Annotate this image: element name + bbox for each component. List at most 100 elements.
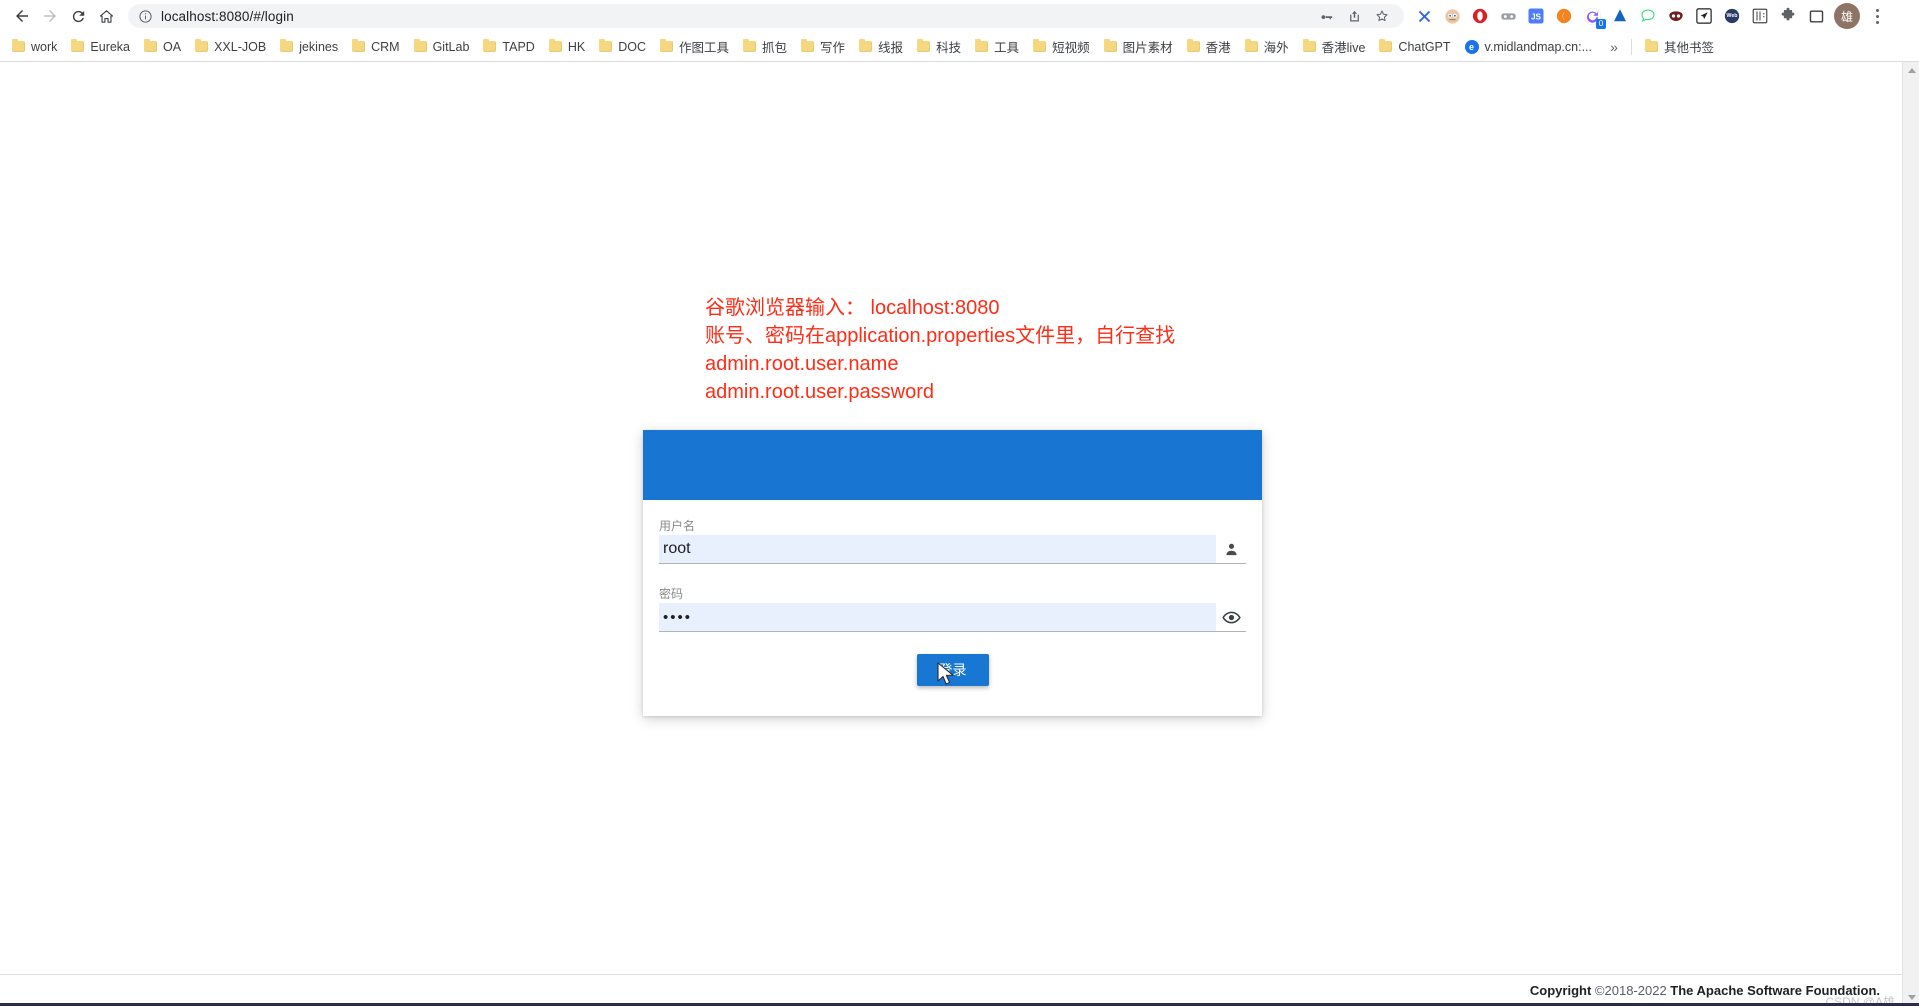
bookmark-crm[interactable]: CRM <box>345 35 406 59</box>
folder-icon <box>1302 39 1316 52</box>
folder-icon <box>1103 39 1117 52</box>
bookmark-doc[interactable]: DOC <box>592 35 653 59</box>
orange-extension-icon[interactable] <box>1551 3 1577 29</box>
password-input[interactable] <box>659 603 1216 631</box>
bookmark-label: 香港 <box>1205 41 1231 55</box>
folder-icon <box>917 39 931 52</box>
bookmark-work[interactable]: work <box>5 35 64 59</box>
x-extension-icon[interactable] <box>1411 3 1437 29</box>
paperplane-extension-icon[interactable] <box>1691 3 1717 29</box>
bookmark-label: OA <box>163 39 182 54</box>
reload-button[interactable] <box>64 2 92 30</box>
folder-icon <box>195 39 209 52</box>
bookmark-label: 抓包 <box>762 41 788 55</box>
menu-dot <box>1875 8 1879 12</box>
folder-icon <box>548 39 562 52</box>
puzzle-extensions-icon[interactable] <box>1775 3 1801 29</box>
login-submit-button[interactable]: 登录 <box>916 654 989 686</box>
bookmark-other-bookmarks[interactable]: 其他书签 <box>1638 35 1721 59</box>
bookmark-hk[interactable]: HK <box>542 35 592 59</box>
chinese-extension-icon[interactable] <box>1747 3 1773 29</box>
js-extension-icon[interactable]: JS <box>1523 3 1549 29</box>
bookmark-label: ChatGPT <box>1398 39 1451 54</box>
red-annotation-note: 谷歌浏览器输入： localhost:8080 账号、密码在applicatio… <box>705 294 1175 406</box>
bookmark-label: Eureka <box>90 39 131 54</box>
eye-icon[interactable] <box>1216 603 1246 631</box>
menu-dot <box>1875 14 1879 18</box>
bookmark-overseas[interactable]: 海外 <box>1238 35 1296 59</box>
mask-extension-icon[interactable] <box>1663 3 1689 29</box>
scroll-up-arrow-icon[interactable] <box>1903 62 1919 79</box>
star-icon[interactable] <box>1370 4 1394 28</box>
bookmarks-overflow-button[interactable]: » <box>1603 35 1625 59</box>
browser-chrome: localhost:8080/#/login JS 0 Web 雄 work E… <box>0 0 1919 62</box>
bookmark-eureka[interactable]: Eureka <box>64 35 137 59</box>
bookmark-label: work <box>31 39 58 54</box>
login-button-label: 登录 <box>938 662 967 678</box>
bookmark-tapd[interactable]: TAPD <box>476 35 541 59</box>
folder-icon <box>1244 39 1258 52</box>
folder-icon <box>483 39 497 52</box>
chrome-menu-button[interactable] <box>1864 2 1890 30</box>
share-icon[interactable] <box>1342 4 1366 28</box>
forward-button[interactable] <box>36 2 64 30</box>
bookmark-tech[interactable]: 科技 <box>910 35 968 59</box>
refresh-counter-extension-icon[interactable]: 0 <box>1579 3 1606 29</box>
bookmark-label: CRM <box>371 39 400 54</box>
extension-badge-count: 0 <box>1596 19 1606 29</box>
bookmark-label: TAPD <box>502 39 535 54</box>
folder-icon <box>352 39 366 52</box>
opera-extension-icon[interactable] <box>1467 3 1493 29</box>
bookmark-label: GitLab <box>432 39 470 54</box>
bookmark-short-video[interactable]: 短视频 <box>1026 35 1097 59</box>
bookmark-jekines[interactable]: jekines <box>273 35 345 59</box>
reload-icon <box>70 8 87 25</box>
address-bar[interactable]: localhost:8080/#/login <box>128 4 1404 28</box>
bookmark-label: 图片素材 <box>1122 41 1173 55</box>
bookmark-image-assets[interactable]: 图片素材 <box>1097 35 1180 59</box>
key-icon[interactable] <box>1314 4 1338 28</box>
bookmark-newsletter[interactable]: 线报 <box>852 35 910 59</box>
face-extension-icon[interactable] <box>1439 3 1465 29</box>
person-icon[interactable] <box>1216 535 1246 563</box>
annotation-line-3: admin.root.user.name <box>705 353 899 375</box>
password-field-row <box>659 603 1246 632</box>
sidepanel-icon[interactable] <box>1803 3 1829 29</box>
back-button[interactable] <box>8 2 36 30</box>
web-badge-extension-icon[interactable]: Web <box>1719 3 1745 29</box>
address-bar-url: localhost:8080/#/login <box>161 8 294 24</box>
bookmark-hongkong-live[interactable]: 香港live <box>1296 35 1373 59</box>
username-label: 用户名 <box>659 519 696 533</box>
avatar-initial: 雄 <box>1840 9 1853 24</box>
bookmark-label: 其他书签 <box>1663 41 1714 55</box>
glasses-extension-icon[interactable] <box>1495 3 1521 29</box>
home-button[interactable] <box>92 2 120 30</box>
bookmark-tools[interactable]: 工具 <box>968 35 1026 59</box>
copyright-years: ©2018-2022 <box>1594 983 1667 998</box>
password-label: 密码 <box>659 587 684 601</box>
folder-icon <box>280 39 294 52</box>
bookmark-packet-capture[interactable]: 抓包 <box>736 35 794 59</box>
bookmark-chatgpt[interactable]: ChatGPT <box>1372 35 1457 59</box>
folder-icon <box>660 39 673 52</box>
site-favicon-icon: e <box>1464 39 1479 54</box>
profile-avatar[interactable]: 雄 <box>1834 3 1860 29</box>
page-viewport: 谷歌浏览器输入： localhost:8080 账号、密码在applicatio… <box>0 62 1919 1006</box>
bookmark-label: 线报 <box>878 41 904 55</box>
page-scrollbar[interactable] <box>1902 62 1919 1006</box>
folder-icon <box>71 39 85 52</box>
bookmark-drawing-tools[interactable]: 作图工具 <box>653 35 736 59</box>
chat-extension-icon[interactable] <box>1635 3 1661 29</box>
bookmark-xxl-job[interactable]: XXL-JOB <box>188 35 273 59</box>
bookmark-gitlab[interactable]: GitLab <box>407 35 477 59</box>
bookmark-oa[interactable]: OA <box>137 35 188 59</box>
folder-icon <box>975 39 989 52</box>
username-input[interactable] <box>659 535 1216 563</box>
bookmark-hongkong[interactable]: 香港 <box>1180 35 1238 59</box>
bookmark-label: v.midlandmap.cn:... <box>1484 39 1592 54</box>
bookmark-midlandmap[interactable]: e v.midlandmap.cn:... <box>1458 35 1599 59</box>
blue-drop-extension-icon[interactable] <box>1607 3 1633 29</box>
bookmark-writing[interactable]: 写作 <box>794 35 852 59</box>
info-circle-icon[interactable] <box>138 9 153 24</box>
svg-text:Web: Web <box>1727 13 1738 19</box>
